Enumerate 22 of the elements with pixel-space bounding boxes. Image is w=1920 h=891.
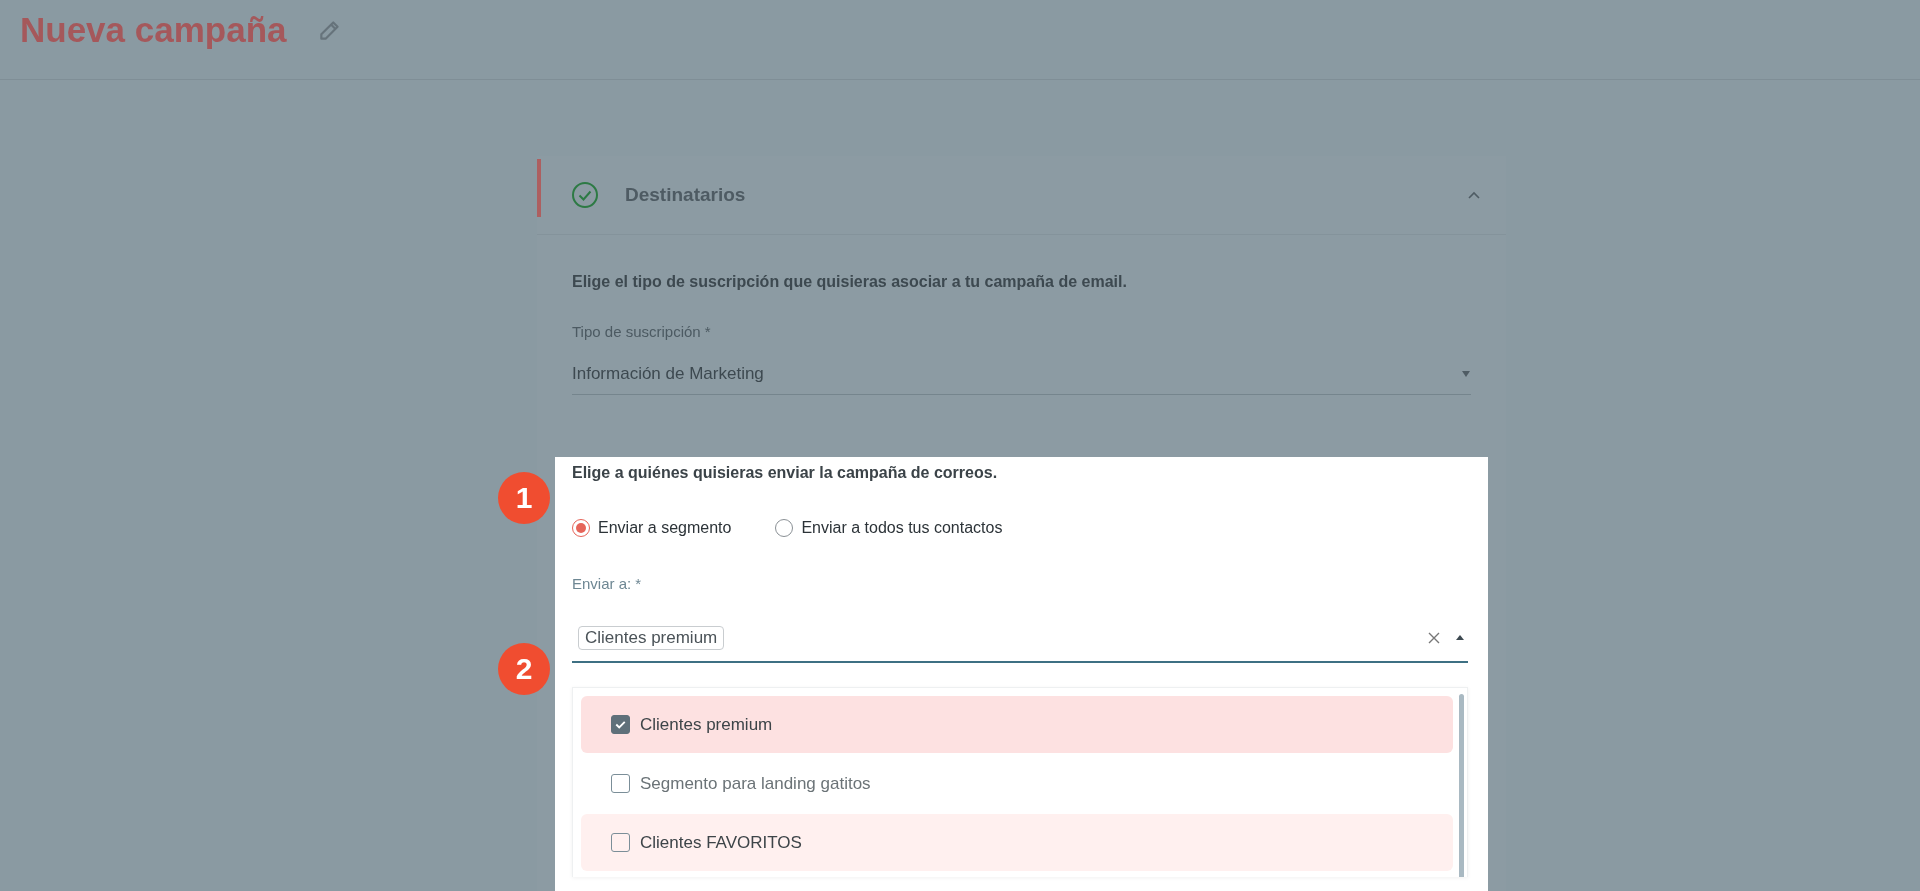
checkbox[interactable] [611, 774, 630, 793]
segment-option[interactable]: Clientes FAVORITOS [581, 814, 1453, 871]
step-number-badge: 1 [498, 472, 550, 524]
segment-option[interactable]: Clientes premium [581, 696, 1453, 753]
section-title: Destinatarios [625, 184, 747, 206]
segment-select[interactable]: Clientes premium [572, 615, 1468, 663]
subscription-prompt: Elige el tipo de suscripción que quisieras asociar a tu campaña de email. [572, 272, 1128, 291]
active-section-marker [537, 159, 541, 217]
selected-chip: Clientes premium [578, 626, 725, 650]
page-title: Nueva campaña [20, 9, 287, 50]
field-label: Tipo de suscripción * [572, 323, 712, 340]
field-label: Enviar a: * [572, 575, 643, 592]
caret-icon [1461, 370, 1471, 378]
recipients-prompt: Elige a quiénes quisieras enviar la campaña de correos. [572, 463, 999, 483]
checkbox[interactable] [611, 715, 630, 734]
checkbox[interactable] [611, 833, 630, 852]
radio-option[interactable]: Enviar a segmento [572, 519, 732, 537]
step-number-badge: 2 [498, 643, 550, 695]
radio-option[interactable]: Enviar a todos tus contactos [775, 519, 1003, 537]
clear-icon[interactable] [1426, 630, 1442, 646]
scrollbar[interactable] [1459, 694, 1464, 877]
segment-option[interactable]: Segmento para landing gatitos [581, 755, 1453, 812]
